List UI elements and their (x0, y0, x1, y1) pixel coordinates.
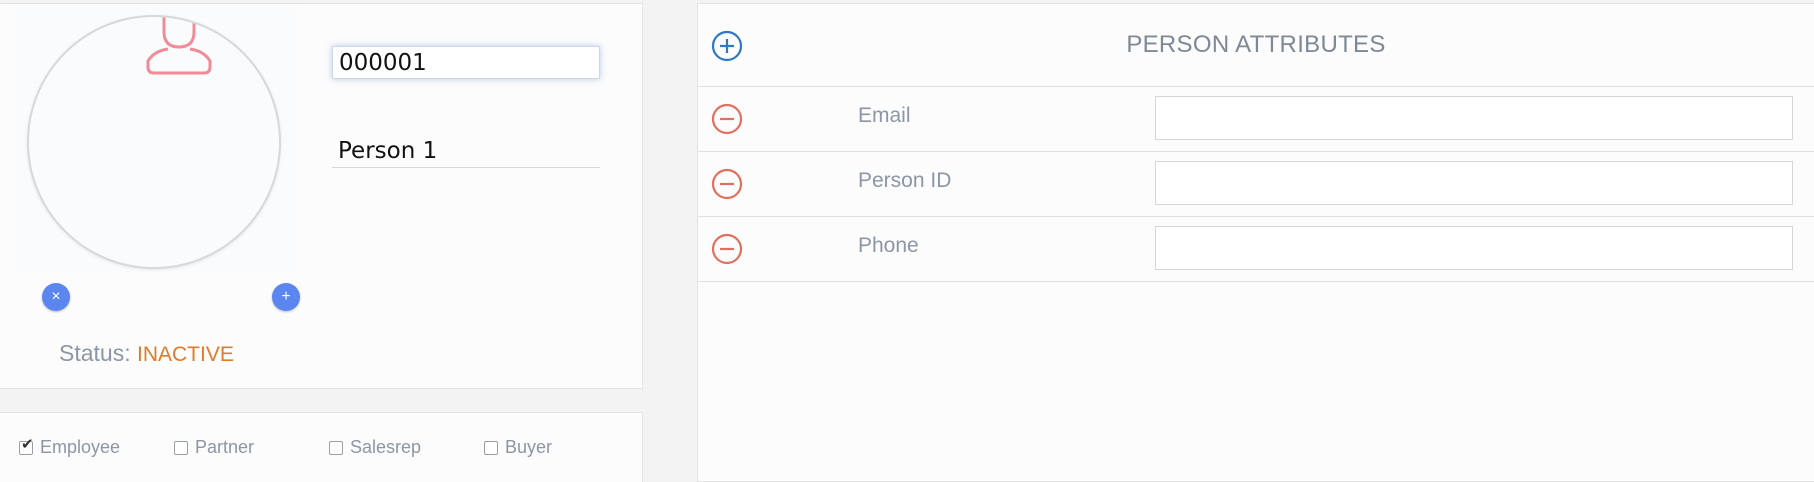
checkbox[interactable] (484, 440, 498, 455)
status-label: Status: (59, 340, 131, 366)
status-badge: INACTIVE (137, 343, 234, 366)
profile-card: × + Status: INACTIVE (0, 3, 643, 389)
person-id-field[interactable] (1155, 161, 1793, 205)
minus-circle-icon[interactable] (711, 168, 743, 200)
status-line: Status: INACTIVE (59, 340, 234, 367)
checkbox[interactable]: ✔ (19, 437, 34, 455)
person-name-input[interactable] (332, 134, 600, 168)
checkbox[interactable] (329, 440, 343, 455)
attribute-label: Email (858, 104, 911, 127)
close-icon: × (51, 288, 61, 305)
attribute-row-phone: Phone (698, 217, 1814, 282)
attribute-label: Phone (858, 234, 919, 257)
minus-circle-icon[interactable] (711, 233, 743, 265)
person-id-input[interactable] (332, 46, 600, 79)
role-label: Employee (40, 437, 121, 457)
roles-card: ✔ Employee Partner Salesrep Buyer (0, 412, 643, 482)
person-attributes-panel: PERSON ATTRIBUTES Email Person ID Phone (697, 3, 1814, 482)
role-label: Partner (195, 437, 255, 457)
role-label: Buyer (505, 437, 553, 457)
minus-circle-icon[interactable] (711, 103, 743, 135)
checkbox[interactable] (174, 440, 188, 455)
remove-photo-button[interactable]: × (42, 283, 70, 311)
person-editor: × + Status: INACTIVE ✔ Employee Partner … (0, 0, 1814, 482)
avatar[interactable] (27, 15, 281, 269)
add-photo-button[interactable]: + (272, 283, 300, 311)
role-salesrep-checkbox[interactable]: Salesrep (329, 437, 421, 458)
attributes-header: PERSON ATTRIBUTES (698, 4, 1814, 87)
attribute-label: Person ID (858, 169, 952, 192)
panel-title: PERSON ATTRIBUTES (1126, 31, 1386, 58)
attribute-row-email: Email (698, 87, 1814, 152)
role-label: Salesrep (350, 437, 422, 457)
avatar-area: × + (13, 4, 300, 311)
role-buyer-checkbox[interactable]: Buyer (484, 437, 552, 458)
checkmark-icon: ✔ (21, 435, 34, 453)
phone-field[interactable] (1155, 226, 1793, 270)
person-icon (146, 17, 212, 75)
plus-icon: + (281, 288, 291, 305)
email-field[interactable] (1155, 96, 1793, 140)
role-employee-checkbox[interactable]: ✔ Employee (19, 437, 120, 458)
attribute-row-person-id: Person ID (698, 152, 1814, 217)
role-partner-checkbox[interactable]: Partner (174, 437, 254, 458)
